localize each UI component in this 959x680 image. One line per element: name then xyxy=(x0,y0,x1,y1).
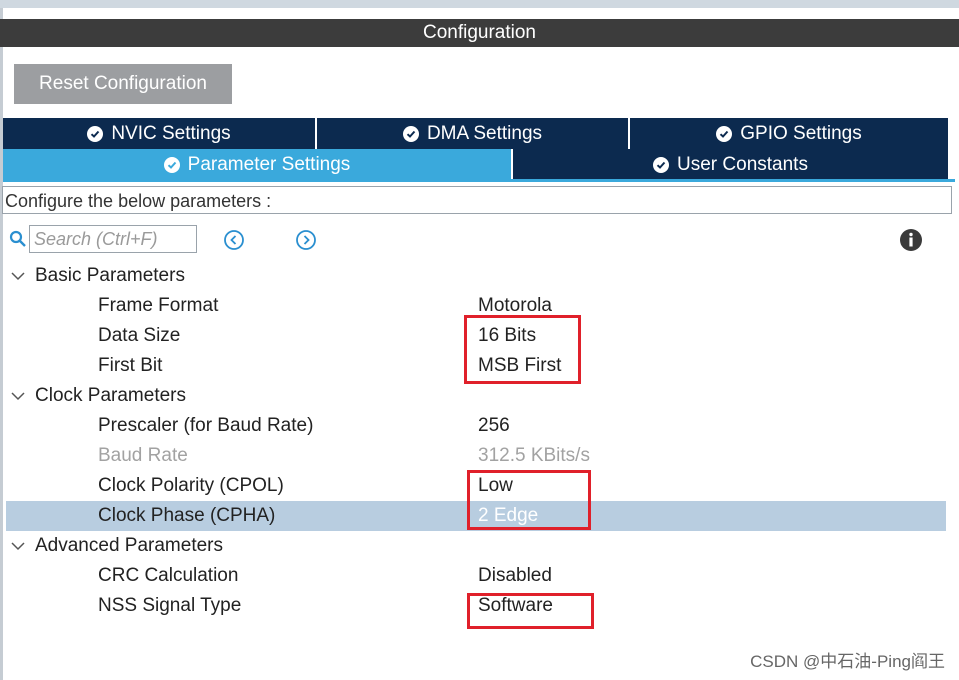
group-basic-parameters[interactable]: Basic Parameters xyxy=(6,261,946,291)
tab-label: GPIO Settings xyxy=(740,122,862,144)
highlight-box-clock-polarity-phase xyxy=(467,470,591,530)
check-circle-icon xyxy=(163,156,180,173)
param-name: Clock Phase (CPHA) xyxy=(98,505,276,526)
group-advanced-parameters[interactable]: Advanced Parameters xyxy=(6,531,946,561)
parameters-description: Configure the below parameters : xyxy=(2,186,952,214)
configuration-title: Configuration xyxy=(0,19,959,47)
check-circle-icon xyxy=(653,156,670,173)
param-name: Data Size xyxy=(98,325,181,346)
param-value: 312.5 KBits/s xyxy=(478,445,590,466)
param-value[interactable]: 256 xyxy=(478,411,510,441)
group-label: Clock Parameters xyxy=(35,385,186,406)
check-circle-icon xyxy=(402,125,419,142)
param-name: Prescaler (for Baud Rate) xyxy=(98,415,314,436)
check-circle-icon xyxy=(87,125,104,142)
tab-gpio-settings[interactable]: GPIO Settings xyxy=(630,118,948,149)
tab-nvic-settings[interactable]: NVIC Settings xyxy=(3,118,315,149)
tab-parameter-settings[interactable]: Parameter Settings xyxy=(3,149,511,180)
tab-label: DMA Settings xyxy=(426,122,543,144)
tab-user-constants[interactable]: User Constants xyxy=(513,149,948,180)
param-row-prescaler[interactable]: Prescaler (for Baud Rate) 256 xyxy=(6,411,946,441)
param-name: Clock Polarity (CPOL) xyxy=(98,475,284,496)
chevron-down-icon[interactable] xyxy=(10,269,26,283)
group-label: Advanced Parameters xyxy=(35,535,223,556)
window-top-strip xyxy=(0,0,959,8)
tab-underline xyxy=(3,179,955,182)
chevron-down-icon[interactable] xyxy=(10,389,26,403)
tab-dma-settings[interactable]: DMA Settings xyxy=(317,118,628,149)
check-circle-icon xyxy=(716,125,733,142)
info-icon[interactable] xyxy=(899,228,923,252)
param-row-crc-calculation[interactable]: CRC Calculation Disabled xyxy=(6,561,946,591)
group-clock-parameters[interactable]: Clock Parameters xyxy=(6,381,946,411)
chevron-down-icon[interactable] xyxy=(10,539,26,553)
panel-left-edge xyxy=(0,8,3,680)
tab-label: Parameter Settings xyxy=(187,153,351,175)
param-row-baud-rate: Baud Rate 312.5 KBits/s xyxy=(6,441,946,471)
param-value[interactable]: Disabled xyxy=(478,561,552,591)
param-name: First Bit xyxy=(98,355,163,376)
tab-label: User Constants xyxy=(677,153,808,175)
previous-result-icon[interactable] xyxy=(223,229,245,251)
group-label: Basic Parameters xyxy=(35,265,185,286)
search-icon[interactable] xyxy=(9,230,27,248)
param-name: Frame Format xyxy=(98,295,219,316)
reset-configuration-button[interactable]: Reset Configuration xyxy=(14,64,232,104)
search-input[interactable] xyxy=(29,225,197,253)
param-name: Baud Rate xyxy=(98,445,188,466)
next-result-icon[interactable] xyxy=(295,229,317,251)
highlight-box-data-size-first-bit xyxy=(464,315,581,384)
highlight-box-nss-signal-type xyxy=(467,593,594,629)
param-name: NSS Signal Type xyxy=(98,595,242,616)
tab-label: NVIC Settings xyxy=(111,122,231,144)
watermark: CSDN @中石油-Ping阎王 xyxy=(750,652,945,671)
param-name: CRC Calculation xyxy=(98,565,239,586)
